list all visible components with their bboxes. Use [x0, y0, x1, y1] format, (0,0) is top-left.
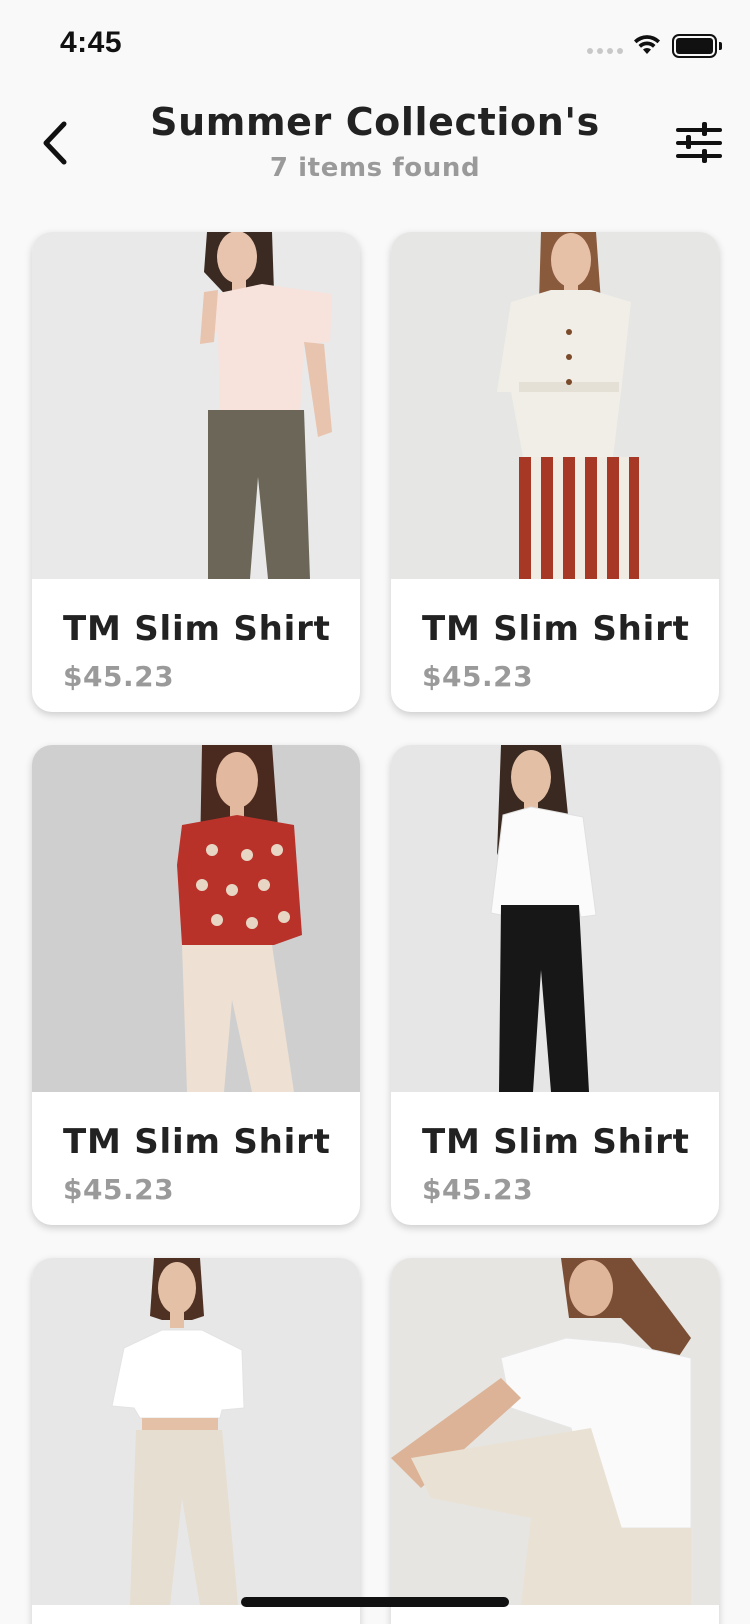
product-card[interactable]: TM Slim Shirt $45.23: [32, 745, 360, 1225]
product-image: [32, 1258, 360, 1605]
product-image: [391, 1258, 719, 1605]
product-price: $45.23: [63, 1173, 175, 1206]
product-grid: TM Slim Shirt $45.23 TM Slim Shirt $45.2…: [0, 0, 750, 1624]
product-name: TM Slim Shirt: [422, 609, 690, 649]
product-name: TM Slim Shirt: [63, 1122, 331, 1162]
product-price: $45.23: [422, 1173, 534, 1206]
product-card[interactable]: [391, 1258, 719, 1624]
product-image: [32, 232, 360, 579]
product-card[interactable]: TM Slim Shirt $45.23: [32, 232, 360, 712]
product-image: [32, 745, 360, 1092]
product-card[interactable]: TM Slim Shirt $45.23: [391, 745, 719, 1225]
product-card[interactable]: [32, 1258, 360, 1624]
product-image: [391, 232, 719, 579]
product-image: [391, 745, 719, 1092]
product-card[interactable]: TM Slim Shirt $45.23: [391, 232, 719, 712]
product-name: TM Slim Shirt: [422, 1122, 690, 1162]
product-name: TM Slim Shirt: [63, 609, 331, 649]
product-price: $45.23: [422, 660, 534, 693]
product-price: $45.23: [63, 660, 175, 693]
home-indicator[interactable]: [241, 1597, 509, 1607]
